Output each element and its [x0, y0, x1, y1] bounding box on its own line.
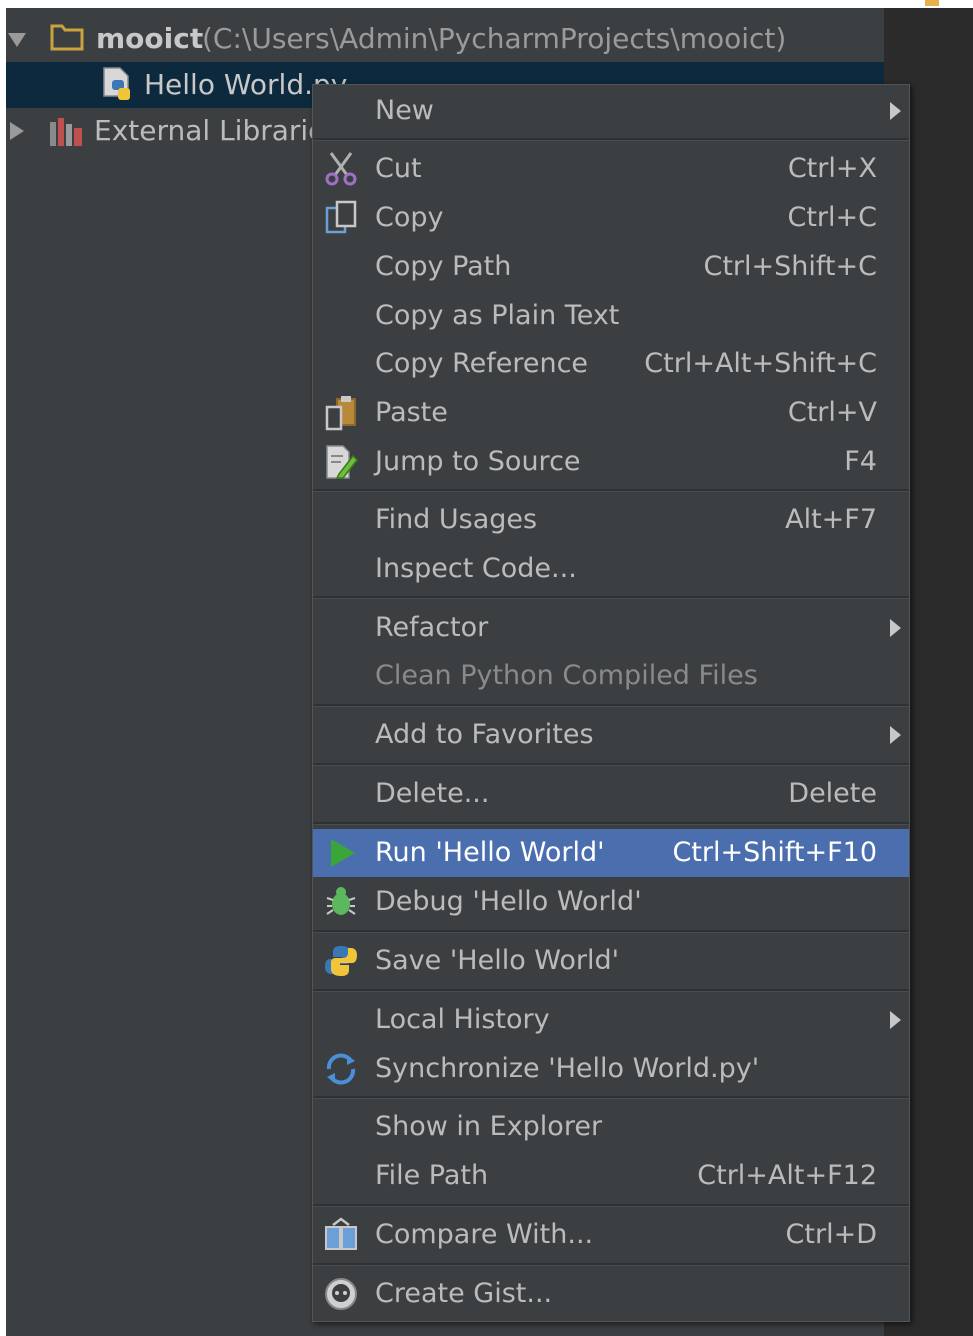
menu-item-compare-with[interactable]: Compare With... Ctrl+D [313, 1211, 909, 1259]
menu-item-refactor-label: Refactor [375, 612, 489, 643]
menu-item-refactor[interactable]: Refactor [313, 604, 909, 652]
menu-item-favorites-label: Add to Favorites [375, 719, 594, 750]
menu-separator [313, 1096, 909, 1099]
menu-separator [313, 1263, 909, 1266]
menu-separator [313, 989, 909, 992]
copy-shortcut: Ctrl+C [787, 202, 877, 233]
delete-shortcut: Delete [788, 778, 877, 809]
cut-shortcut: Ctrl+X [787, 153, 877, 184]
editor-tab-marker [925, 0, 939, 6]
menu-separator [313, 1204, 909, 1207]
menu-item-inspect-code[interactable]: Inspect Code... [313, 545, 909, 593]
menu-item-new-label: New [375, 95, 434, 126]
menu-separator [313, 596, 909, 599]
scissors-icon [325, 152, 357, 186]
collapse-arrow-icon[interactable] [8, 33, 26, 47]
project-path: (C:\Users\Admin\PycharmProjects\mooict) [202, 22, 787, 55]
folder-icon [50, 24, 84, 51]
menu-item-compare-label: Compare With... [375, 1219, 594, 1250]
copy-path-shortcut: Ctrl+Shift+C [703, 251, 877, 282]
menu-item-sync-label: Synchronize 'Hello World.py' [375, 1053, 760, 1084]
menu-item-debug-label: Debug 'Hello World' [375, 886, 642, 917]
menu-separator [313, 930, 909, 933]
paste-shortcut: Ctrl+V [787, 397, 877, 428]
context-menu: New Cut Ctrl+X Copy Ctrl+C Copy Path Ctr… [312, 84, 910, 1322]
python-logo-icon [325, 946, 357, 976]
menu-item-paste-label: Paste [375, 397, 448, 428]
run-icon [331, 839, 355, 867]
menu-item-add-to-favorites[interactable]: Add to Favorites [313, 711, 909, 759]
menu-item-paste[interactable]: Paste Ctrl+V [313, 389, 909, 437]
window-left-edge [0, 0, 6, 1336]
debug-bug-icon [326, 887, 356, 915]
menu-item-cut-label: Cut [375, 153, 422, 184]
menu-item-create-gist[interactable]: Create Gist... [313, 1270, 909, 1318]
menu-item-save-label: Save 'Hello World' [375, 945, 620, 976]
menu-item-file-path-label: File Path [375, 1160, 489, 1191]
paste-icon [325, 396, 356, 431]
menu-item-copy[interactable]: Copy Ctrl+C [313, 194, 909, 242]
menu-item-find-usages-label: Find Usages [375, 504, 538, 535]
tree-item-root[interactable]: mooict (C:\Users\Admin\PycharmProjects\m… [6, 16, 884, 62]
menu-separator [313, 138, 909, 141]
python-file-icon [103, 67, 130, 100]
menu-item-run[interactable]: Run 'Hello World' Ctrl+Shift+F10 [313, 829, 909, 877]
expand-arrow-icon[interactable] [10, 122, 24, 140]
menu-item-copy-plain-text[interactable]: Copy as Plain Text [313, 292, 909, 340]
project-name: mooict [96, 22, 204, 55]
menu-item-copy-path-label: Copy Path [375, 251, 512, 282]
compare-shortcut: Ctrl+D [785, 1219, 877, 1250]
menu-item-local-history[interactable]: Local History [313, 996, 909, 1044]
menu-separator [313, 704, 909, 707]
submenu-arrow-icon [890, 1011, 901, 1029]
submenu-arrow-icon [890, 619, 901, 637]
menu-item-delete[interactable]: Delete... Delete [313, 770, 909, 818]
menu-item-find-usages[interactable]: Find Usages Alt+F7 [313, 496, 909, 544]
menu-item-debug[interactable]: Debug 'Hello World' [313, 878, 909, 926]
menu-item-file-path[interactable]: File Path Ctrl+Alt+F12 [313, 1152, 909, 1200]
submenu-arrow-icon [890, 102, 901, 120]
jump-shortcut: F4 [844, 446, 877, 477]
libraries-label: External Libraries [94, 114, 340, 147]
menu-item-copy-path[interactable]: Copy Path Ctrl+Shift+C [313, 243, 909, 291]
menu-item-cut[interactable]: Cut Ctrl+X [313, 145, 909, 193]
menu-item-jump-to-source[interactable]: Jump to Source F4 [313, 438, 909, 486]
menu-item-copy-reference[interactable]: Copy Reference Ctrl+Alt+Shift+C [313, 340, 909, 388]
menu-item-save[interactable]: Save 'Hello World' [313, 937, 909, 985]
menu-item-inspect-label: Inspect Code... [375, 553, 577, 584]
menu-item-copy-plain-label: Copy as Plain Text [375, 300, 620, 331]
find-usages-shortcut: Alt+F7 [785, 504, 877, 535]
menu-separator [313, 822, 909, 825]
menu-item-run-label: Run 'Hello World' [375, 837, 605, 868]
library-icon [50, 118, 82, 146]
run-shortcut: Ctrl+Shift+F10 [672, 837, 877, 868]
edit-source-icon [326, 445, 358, 479]
compare-icon [325, 1217, 357, 1250]
menu-item-clean-compiled: Clean Python Compiled Files [313, 652, 909, 700]
menu-item-explorer-label: Show in Explorer [375, 1111, 603, 1142]
menu-item-gist-label: Create Gist... [375, 1278, 553, 1309]
copy-icon [325, 200, 357, 234]
menu-item-local-history-label: Local History [375, 1004, 550, 1035]
menu-separator [313, 489, 909, 492]
menu-item-delete-label: Delete... [375, 778, 490, 809]
menu-item-synchronize[interactable]: Synchronize 'Hello World.py' [313, 1045, 909, 1093]
menu-item-clean-label: Clean Python Compiled Files [375, 660, 758, 691]
window-top-edge [0, 0, 973, 8]
menu-item-copy-label: Copy [375, 202, 444, 233]
submenu-arrow-icon [890, 726, 901, 744]
menu-item-new[interactable]: New [313, 87, 909, 135]
menu-item-show-in-explorer[interactable]: Show in Explorer [313, 1103, 909, 1151]
sync-icon [326, 1053, 356, 1085]
menu-item-jump-label: Jump to Source [375, 446, 581, 477]
menu-separator [313, 763, 909, 766]
copy-reference-shortcut: Ctrl+Alt+Shift+C [644, 348, 877, 379]
file-path-shortcut: Ctrl+Alt+F12 [697, 1160, 877, 1191]
github-octocat-icon [325, 1278, 357, 1310]
menu-item-copy-reference-label: Copy Reference [375, 348, 589, 379]
